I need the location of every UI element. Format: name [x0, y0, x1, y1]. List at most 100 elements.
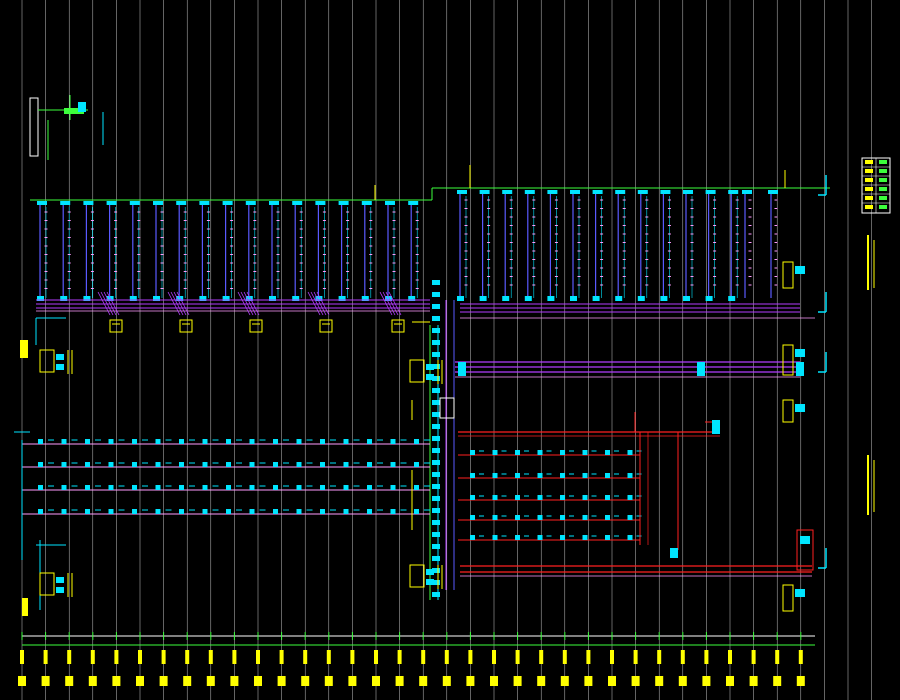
red-branch-node — [537, 473, 543, 478]
central-riser-valve — [432, 340, 440, 345]
central-riser-valve — [432, 532, 440, 537]
red-branch-node — [470, 535, 475, 540]
branch-valve-node — [249, 509, 255, 514]
red-branch-node — [582, 535, 588, 540]
riser-bottom-valve — [570, 296, 577, 301]
branch-valve-node — [367, 439, 372, 444]
branch-valve-node — [296, 462, 302, 467]
red-branch-node — [492, 515, 498, 520]
legend-symbol — [865, 178, 873, 182]
riser-top-valve — [129, 201, 140, 205]
branch-valve-node — [132, 439, 137, 444]
axis-label-mark — [374, 650, 378, 664]
branch-valve-node — [226, 509, 231, 514]
branch-valve-node — [155, 509, 161, 514]
branch-valve-node — [38, 509, 43, 514]
branch-valve-node — [414, 439, 419, 444]
red-branch-node — [560, 495, 565, 500]
axis-bubble-mark — [655, 676, 664, 686]
axis-label-mark — [539, 650, 544, 664]
axis-label-mark — [138, 650, 142, 664]
central-riser-valve — [432, 388, 440, 393]
riser-top-valve — [408, 201, 419, 205]
branch-valve-node — [38, 485, 43, 490]
red-branch-node — [515, 515, 520, 520]
central-pump-group-upper-valve — [426, 374, 434, 380]
axis-label-mark — [751, 650, 756, 664]
red-branch-node — [492, 495, 498, 500]
riser-top-valve — [269, 201, 279, 205]
branch-valve-node — [132, 509, 137, 514]
red-branch-node — [537, 495, 543, 500]
central-riser-valve — [432, 592, 440, 597]
axis-label-mark — [728, 650, 732, 664]
axis-bubble-mark — [183, 676, 192, 686]
axis-label-mark — [704, 650, 709, 664]
branch-valve-node — [249, 439, 255, 444]
axis-label-mark — [562, 650, 567, 664]
branch-valve-node — [202, 485, 208, 490]
branch-valve-node — [38, 439, 43, 444]
riser-bottom-valve — [728, 296, 736, 301]
branch-valve-node — [108, 439, 114, 444]
riser-top-valve — [502, 190, 513, 194]
branch-valve-node — [249, 462, 255, 467]
left-pump-group-upper-valve — [56, 364, 64, 370]
branch-valve-node — [155, 462, 161, 467]
red-branch-node — [560, 473, 565, 478]
branch-valve-node — [343, 485, 349, 490]
red-branch-node — [627, 450, 633, 455]
left-pump-group-upper-valve — [56, 354, 64, 360]
axis-bubble-mark — [254, 676, 262, 686]
axis-label-mark — [43, 650, 48, 664]
riser-top-valve — [153, 201, 163, 205]
legend-symbol — [865, 160, 873, 164]
axis-bubble-mark — [490, 676, 498, 686]
axis-bubble-mark — [537, 676, 546, 686]
branch-valve-node — [179, 485, 184, 490]
branch-valve-node — [296, 439, 302, 444]
riser-top-valve — [742, 190, 752, 194]
axis-label-mark — [468, 650, 473, 664]
red-branch-node — [582, 495, 588, 500]
branch-valve-node — [273, 509, 278, 514]
branch-valve-node — [273, 485, 278, 490]
red-branch-node — [627, 515, 633, 520]
axis-label-mark — [208, 650, 213, 664]
central-pump-group-lower-valve — [426, 579, 434, 585]
axis-bubble-mark — [230, 676, 239, 686]
branch-valve-node — [414, 462, 419, 467]
axis-bubble-mark — [773, 676, 782, 686]
legend-symbol — [865, 169, 873, 173]
branch-valve-node — [38, 462, 43, 467]
branch-valve-node — [320, 509, 325, 514]
branch-valve-node — [343, 509, 349, 514]
red-branch-node — [560, 450, 565, 455]
axis-label-mark — [20, 650, 24, 664]
central-riser-valve — [432, 352, 440, 357]
legend-symbol — [865, 205, 873, 209]
red-branch-node — [582, 450, 588, 455]
branch-valve-node — [61, 485, 67, 490]
riser-bottom-valve — [660, 296, 668, 301]
red-branch-node — [537, 515, 543, 520]
branch-valve-node — [249, 485, 255, 490]
riser-bottom-valve — [683, 296, 690, 301]
riser-top-valve — [361, 201, 372, 205]
branch-valve-node — [296, 509, 302, 514]
riser-top-valve — [660, 190, 671, 194]
axis-bubble-mark — [631, 676, 640, 686]
red-branch-node — [492, 535, 498, 540]
axis-bubble-mark — [419, 676, 428, 686]
riser-top-valve — [245, 201, 256, 205]
branch-valve-node — [367, 462, 372, 467]
riser-top-valve — [292, 201, 303, 205]
central-riser-valve — [432, 484, 440, 489]
central-riser-valve — [432, 472, 440, 477]
riser-top-valve — [457, 190, 467, 194]
central-riser-valve — [432, 280, 440, 285]
riser-top-valve — [705, 190, 716, 194]
legend-symbol — [865, 187, 873, 191]
axis-bubble-mark — [608, 676, 616, 686]
branch-valve-node — [390, 462, 396, 467]
